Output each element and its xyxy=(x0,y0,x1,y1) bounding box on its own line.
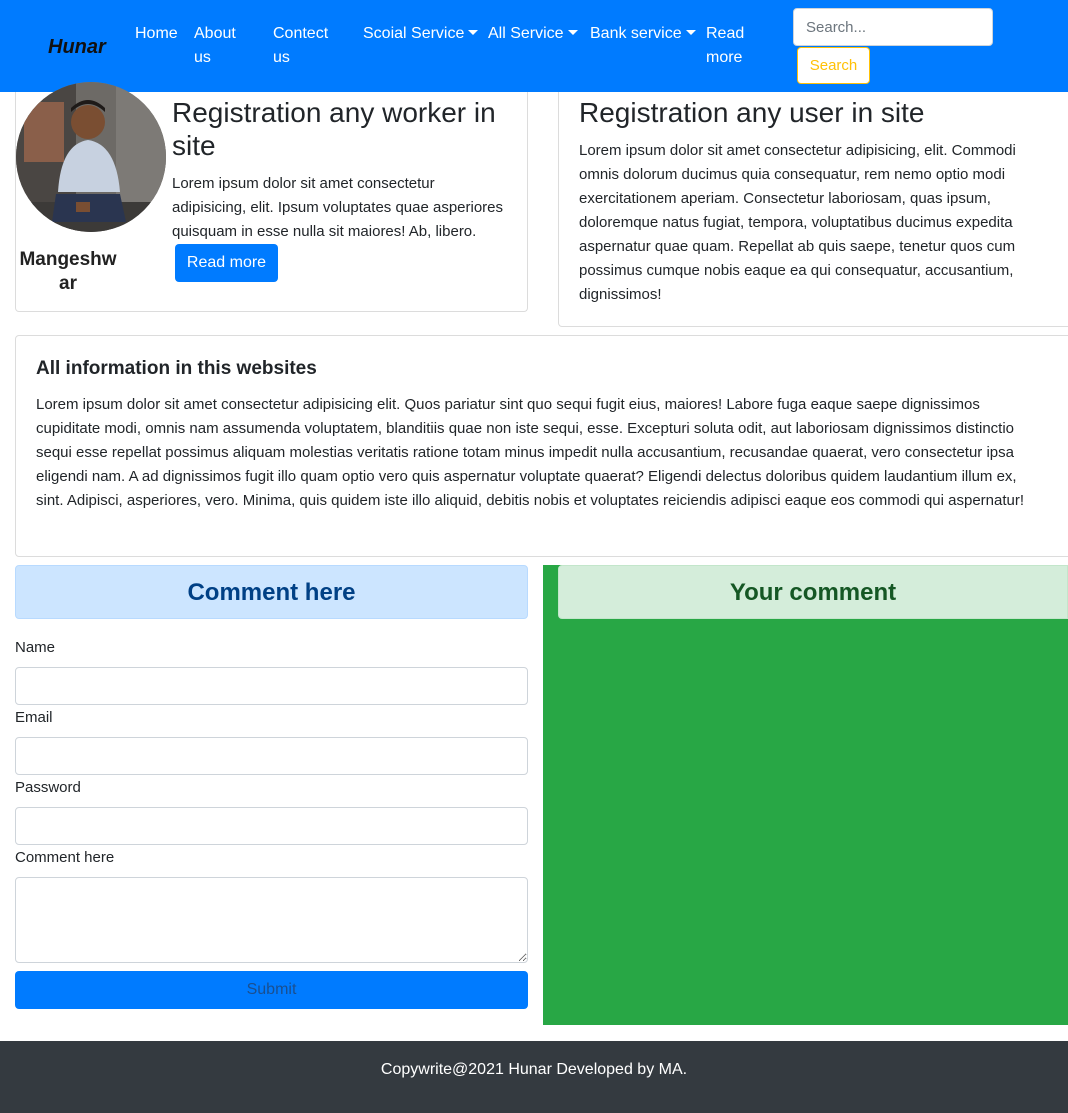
worker-card-title: Registration any worker in site xyxy=(172,97,496,161)
user-card-text: Lorem ipsum dolor sit amet consectetur a… xyxy=(579,142,1016,303)
email-field[interactable] xyxy=(15,737,528,775)
footer-text: Copywrite@2021 Hunar Developed by MA. xyxy=(380,1061,688,1078)
info-card-text: Lorem ipsum dolor sit amet consectetur a… xyxy=(36,396,1025,509)
email-label: Email xyxy=(15,709,53,726)
nav-bank-service-dropdown[interactable]: Bank service xyxy=(590,22,696,46)
user-card-title: Registration any user in site xyxy=(579,97,925,128)
worker-card-text: Lorem ipsum dolor sit amet consectetur a… xyxy=(172,172,507,282)
caret-down-icon xyxy=(468,30,479,35)
comment-textarea[interactable] xyxy=(15,877,528,963)
name-field[interactable] xyxy=(15,667,528,705)
nav-social-service-dropdown[interactable]: Scoial Service xyxy=(363,22,479,46)
avatar xyxy=(16,82,166,232)
search-button[interactable]: Search xyxy=(797,47,870,84)
brand-logo[interactable]: Hunar xyxy=(48,36,106,59)
nav-all-service-label: All Service xyxy=(488,25,564,42)
password-label: Password xyxy=(15,779,81,796)
navbar: Hunar Home About us Contect us Scoial Se… xyxy=(0,0,1068,92)
info-card-title: All information in this websites xyxy=(36,358,317,379)
comment-here-header: Comment here xyxy=(15,565,528,619)
nav-all-service-dropdown[interactable]: All Service xyxy=(488,22,578,46)
password-field[interactable] xyxy=(15,807,528,845)
name-label: Name xyxy=(15,639,56,656)
your-comment-panel xyxy=(543,565,1068,1025)
worker-card-text-body: Lorem ipsum dolor sit amet consectetur a… xyxy=(172,175,504,240)
read-more-button[interactable]: Read more xyxy=(175,244,278,282)
nav-bank-service-label: Bank service xyxy=(590,25,682,42)
nav-contact[interactable]: Contect us xyxy=(273,22,343,70)
submit-button[interactable]: Submit xyxy=(15,971,528,1009)
your-comment-header: Your comment xyxy=(558,565,1068,619)
search-input[interactable] xyxy=(793,8,993,46)
nav-about[interactable]: About us xyxy=(194,22,256,70)
worker-name: Mangeshwar xyxy=(19,249,117,294)
nav-read-more[interactable]: Read more xyxy=(706,22,756,70)
person-photo-icon xyxy=(16,82,166,232)
caret-down-icon xyxy=(685,30,696,35)
nav-social-service-label: Scoial Service xyxy=(363,25,465,42)
caret-down-icon xyxy=(567,30,578,35)
comment-label: Comment here xyxy=(15,849,115,866)
nav-home[interactable]: Home xyxy=(135,22,178,46)
footer: Copywrite@2021 Hunar Developed by MA. xyxy=(0,1041,1068,1113)
